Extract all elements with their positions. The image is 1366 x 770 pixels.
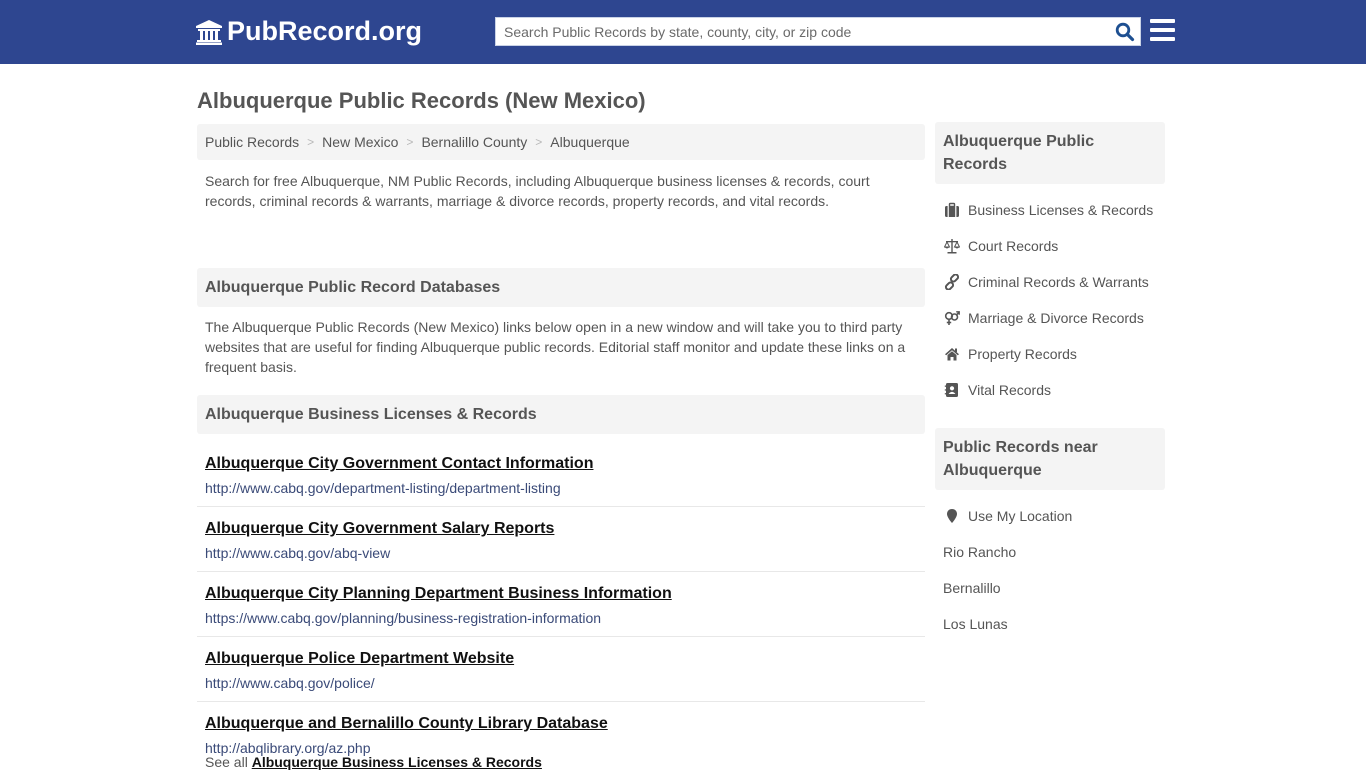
home-icon	[943, 346, 961, 362]
intro-text: Search for free Albuquerque, NM Public R…	[205, 173, 870, 209]
record-item: Albuquerque Police Department Website ht…	[197, 637, 925, 702]
sidebar-item-label: Property Records	[968, 346, 1077, 362]
breadcrumb-public-records[interactable]: Public Records	[205, 134, 299, 150]
balance-scale-icon	[943, 238, 961, 254]
map-marker-icon	[943, 508, 961, 524]
business-section-heading: Albuquerque Business Licenses & Records	[197, 395, 925, 434]
nearby-item-rio-rancho[interactable]: Rio Rancho	[935, 534, 1165, 570]
breadcrumb-separator: >	[307, 135, 315, 149]
search-button[interactable]	[1114, 21, 1136, 43]
breadcrumb-separator: >	[406, 135, 414, 149]
sidebar: Albuquerque Public Records Business Lice…	[935, 122, 1165, 642]
nearby-list: Use My Location Rio Rancho Bernalillo Lo…	[935, 490, 1165, 642]
courthouse-icon	[196, 19, 222, 45]
record-list: Albuquerque City Government Contact Info…	[197, 442, 925, 758]
sidebar-item-label: Business Licenses & Records	[968, 202, 1154, 218]
use-my-location-label: Use My Location	[968, 508, 1073, 524]
main-content: Public Records > New Mexico > Bernalillo…	[197, 124, 925, 770]
record-url[interactable]: http://www.cabq.gov/abq-view	[205, 543, 917, 563]
breadcrumb: Public Records > New Mexico > Bernalillo…	[197, 124, 925, 160]
sidebar-item-label: Criminal Records & Warrants	[968, 274, 1149, 290]
nearby-item-los-lunas[interactable]: Los Lunas	[935, 606, 1165, 642]
record-url[interactable]: http://www.cabq.gov/department-listing/d…	[205, 478, 917, 498]
sidebar-records-heading: Albuquerque Public Records	[935, 122, 1165, 184]
breadcrumb-bernalillo-county[interactable]: Bernalillo County	[421, 134, 527, 150]
sidebar-item-marriage-divorce[interactable]: Marriage & Divorce Records	[935, 300, 1165, 336]
top-navbar: PubRecord.org	[0, 0, 1366, 64]
hamburger-menu-icon[interactable]	[1150, 19, 1176, 43]
search-box	[495, 17, 1141, 46]
nearby-section: Public Records near Albuquerque Use My L…	[935, 428, 1165, 642]
sidebar-item-label: Marriage & Divorce Records	[968, 310, 1144, 326]
record-title-link[interactable]: Albuquerque City Government Contact Info…	[205, 452, 917, 476]
sidebar-records-list: Business Licenses & Records Court Record…	[935, 184, 1165, 408]
sidebar-item-label: Vital Records	[968, 382, 1052, 398]
sidebar-item-criminal-records[interactable]: Criminal Records & Warrants	[935, 264, 1165, 300]
nearby-item-bernalillo[interactable]: Bernalillo	[935, 570, 1165, 606]
sidebar-item-business-licenses[interactable]: Business Licenses & Records	[935, 192, 1165, 228]
sidebar-item-vital-records[interactable]: Vital Records	[935, 372, 1165, 408]
briefcase-icon	[943, 202, 961, 218]
record-url[interactable]: http://www.cabq.gov/police/	[205, 673, 917, 693]
search-icon	[1115, 22, 1135, 42]
record-title-link[interactable]: Albuquerque Police Department Website	[205, 647, 917, 671]
use-my-location-button[interactable]: Use My Location	[935, 498, 1165, 534]
logo-text: PubRecord.org	[227, 16, 423, 46]
record-item: Albuquerque City Government Salary Repor…	[197, 507, 925, 572]
address-book-icon	[943, 382, 961, 398]
record-title-link[interactable]: Albuquerque City Government Salary Repor…	[205, 517, 917, 541]
sidebar-nearby-heading: Public Records near Albuquerque	[935, 428, 1165, 490]
breadcrumb-albuquerque: Albuquerque	[550, 134, 630, 150]
breadcrumb-new-mexico[interactable]: New Mexico	[322, 134, 398, 150]
record-title-link[interactable]: Albuquerque City Planning Department Bus…	[205, 582, 917, 606]
link-icon	[943, 274, 961, 290]
databases-heading: Albuquerque Public Record Databases	[197, 268, 925, 307]
databases-description: The Albuquerque Public Records (New Mexi…	[205, 319, 906, 375]
sidebar-item-label: Court Records	[968, 238, 1059, 254]
site-logo[interactable]: PubRecord.org	[195, 16, 422, 47]
record-title-link[interactable]: Albuquerque and Bernalillo County Librar…	[205, 712, 917, 736]
record-item: Albuquerque City Planning Department Bus…	[197, 572, 925, 637]
record-item: Albuquerque City Government Contact Info…	[197, 442, 925, 507]
record-url[interactable]: https://www.cabq.gov/planning/business-r…	[205, 608, 917, 628]
page-title: Albuquerque Public Records (New Mexico)	[197, 88, 646, 113]
search-input[interactable]	[496, 18, 1106, 45]
venus-mars-icon	[943, 310, 961, 326]
record-item: Albuquerque and Bernalillo County Librar…	[197, 702, 925, 758]
sidebar-item-court-records[interactable]: Court Records	[935, 228, 1165, 264]
sidebar-item-property-records[interactable]: Property Records	[935, 336, 1165, 372]
breadcrumb-separator: >	[535, 135, 543, 149]
